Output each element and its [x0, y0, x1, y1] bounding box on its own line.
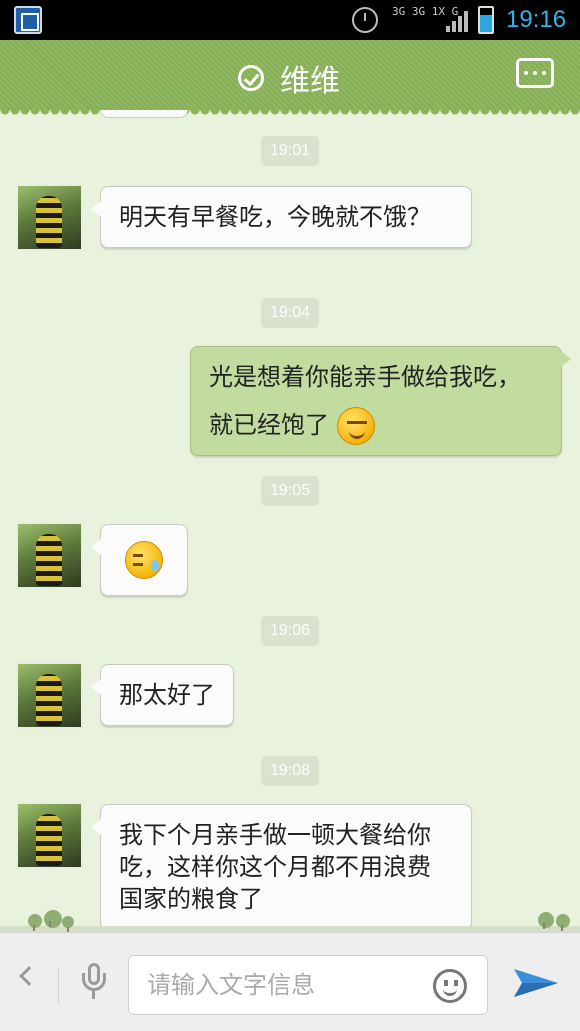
avatar[interactable] — [16, 184, 83, 251]
message-bubble-incoming[interactable] — [91, 524, 188, 596]
message-bubble-outgoing[interactable]: 光是想着你能亲手做给我吃，就已经饱了 — [190, 346, 571, 456]
alarm-icon — [352, 7, 378, 33]
background-scenery — [0, 908, 580, 932]
message-text: 那太好了 — [119, 681, 215, 709]
back-chevron-icon[interactable] — [19, 966, 39, 986]
verified-check-icon — [238, 65, 264, 91]
message-bubble-incoming[interactable]: 明天有早餐吃，今晚就不饿？ — [91, 186, 472, 248]
chat-header: 维维 — [0, 40, 580, 116]
chat-title: 维维 — [280, 64, 340, 99]
chat-title-group: 维维 — [238, 56, 340, 100]
timestamp: 19:01 — [261, 136, 319, 166]
microphone-icon[interactable] — [82, 963, 106, 999]
app-notification-icon — [14, 6, 42, 34]
send-button[interactable] — [512, 963, 560, 1003]
timestamp: 19:08 — [261, 756, 319, 786]
message-bubble-incoming[interactable]: 那太好了 — [91, 664, 234, 726]
sweat-emoji-icon — [125, 541, 163, 579]
message-input-bar — [0, 932, 580, 1031]
status-time: 19:16 — [506, 6, 567, 33]
avatar[interactable] — [16, 802, 83, 869]
smile-emoji-icon — [336, 407, 375, 445]
divider — [58, 967, 59, 1003]
message-input[interactable] — [147, 971, 427, 999]
timestamp: 19:05 — [261, 476, 319, 506]
avatar[interactable] — [16, 662, 83, 729]
emoji-icon[interactable] — [433, 969, 467, 1003]
timestamp: 19:04 — [261, 298, 319, 328]
message-input-container[interactable] — [128, 955, 488, 1015]
message-text: 明天有早餐吃，今晚就不饿？ — [119, 203, 431, 231]
message-text: 我下个月亲手做一顿大餐给你吃，这样你这个月都不用浪费国家的粮食了 — [119, 821, 431, 913]
more-icon[interactable] — [516, 58, 554, 88]
avatar[interactable] — [16, 522, 83, 589]
send-icon — [514, 969, 558, 997]
battery-icon — [478, 6, 494, 34]
chat-message-list[interactable]: 19:01 明天有早餐吃，今晚就不饿？ 19:04 光是想着你能亲手做给我吃，就… — [0, 110, 580, 932]
previous-message-bubble — [100, 110, 188, 118]
signal-icon — [446, 10, 470, 32]
timestamp: 19:06 — [261, 616, 319, 646]
status-bar: 3G 3G 1X G 19:16 — [0, 0, 580, 40]
